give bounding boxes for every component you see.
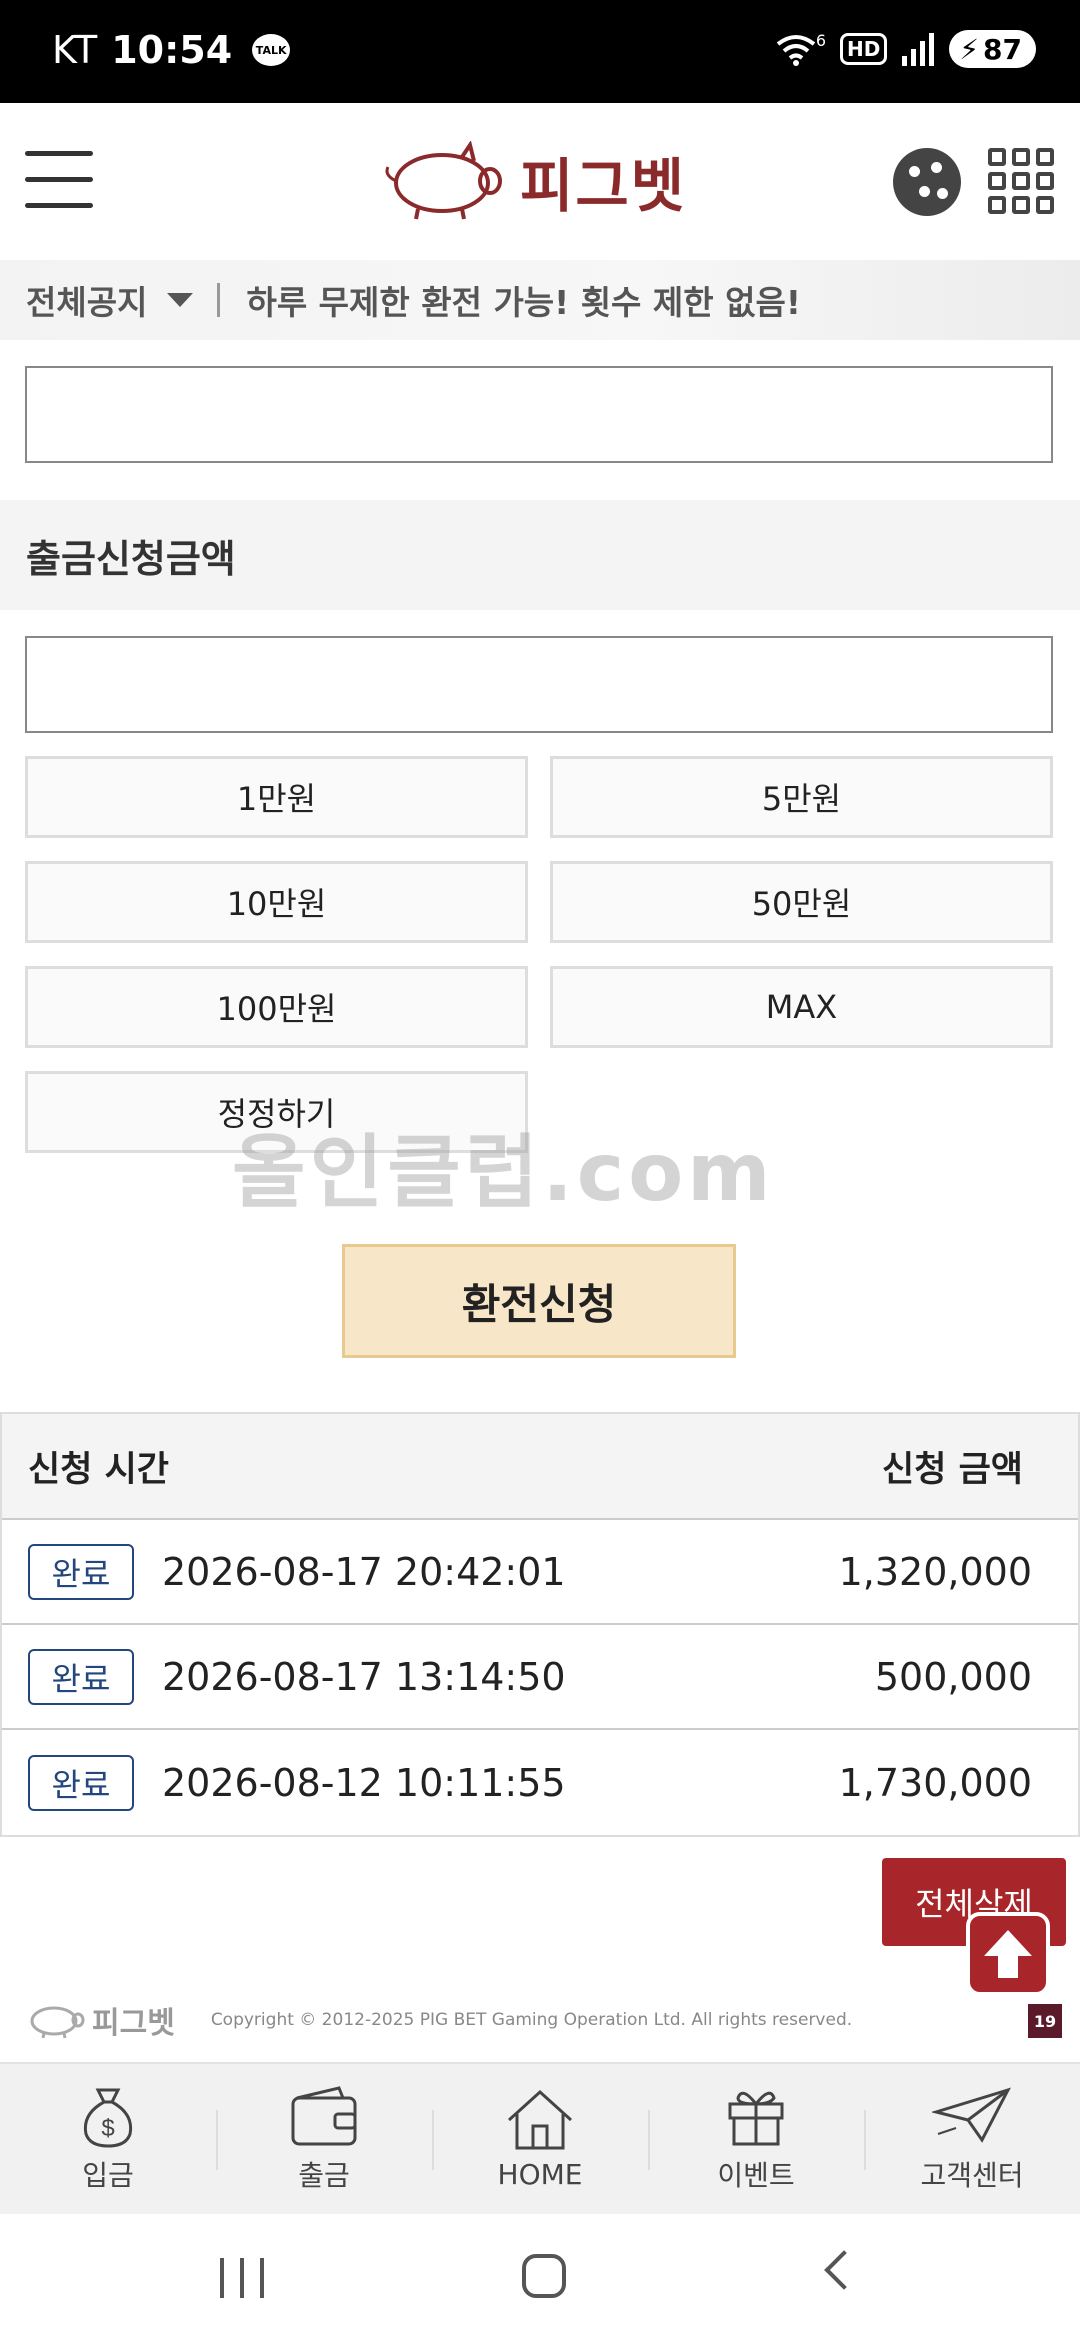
charging-icon: ⚡ — [959, 32, 980, 66]
request-amount: 1,320,000 — [838, 1549, 1032, 1594]
nav-support-label: 고객센터 — [920, 2159, 1024, 2192]
nav-event[interactable]: 이벤트 — [648, 2064, 864, 2214]
notice-label: 전체공지 — [26, 283, 148, 322]
table-row: 완료 2026-08-17 20:42:01 1,320,000 — [2, 1520, 1078, 1625]
cookie-icon[interactable] — [893, 148, 961, 216]
kakaotalk-icon: TALK — [252, 34, 291, 66]
nav-withdraw-label: 출금 — [298, 2159, 350, 2192]
withdraw-history-table: 신청 시간 신청 금액 완료 2026-08-17 20:42:01 1,320… — [0, 1412, 1080, 1837]
amount-button-10k[interactable]: 1만원 — [25, 756, 528, 838]
talk-icon-label: TALK — [255, 43, 287, 57]
back-icon[interactable] — [824, 2250, 864, 2290]
clock: 10:54 — [111, 28, 233, 72]
request-time: 2026-08-17 20:42:01 — [162, 1549, 566, 1594]
grid-menu-icon[interactable] — [988, 148, 1054, 214]
battery-indicator: ⚡ 87 — [949, 30, 1036, 68]
gift-icon — [728, 2091, 784, 2146]
notice-text: 하루 무제한 환전 가능! 횟수 제한 없음! — [246, 283, 801, 322]
home-button-icon[interactable] — [522, 2254, 566, 2298]
request-time: 2026-08-12 10:11:55 — [162, 1760, 566, 1805]
request-amount: 500,000 — [874, 1654, 1032, 1699]
footer: 피그벳 Copyright © 2012-2025 PIG BET Gaming… — [0, 1990, 1080, 2050]
age-restriction-badge: 19 — [1028, 2004, 1062, 2038]
recent-apps-icon[interactable] — [220, 2258, 264, 2298]
nav-deposit-label: 입금 — [82, 2159, 134, 2192]
status-badge: 완료 — [28, 1754, 134, 1811]
paper-plane-icon — [932, 2087, 1011, 2143]
amount-button-500k[interactable]: 50만원 — [550, 861, 1053, 943]
battery-level: 87 — [983, 32, 1022, 66]
nav-withdraw[interactable]: 출금 — [216, 2064, 432, 2214]
amount-button-max[interactable]: MAX — [550, 966, 1053, 1048]
request-time: 2026-08-17 13:14:50 — [162, 1654, 566, 1699]
amount-input[interactable] — [25, 636, 1053, 733]
nav-support[interactable]: 고객센터 — [864, 2064, 1080, 2214]
status-bar: KT 10:54 TALK 6 HD ⚡ 87 — [0, 0, 1080, 103]
bottom-navigation: $ 입금 출금 HOME 이벤트 고객센터 — [0, 2062, 1080, 2214]
arrow-up-icon — [984, 1930, 1032, 1978]
amount-button-100k[interactable]: 10만원 — [25, 861, 528, 943]
copyright-text: Copyright © 2012-2025 PIG BET Gaming Ope… — [210, 2010, 853, 2030]
scroll-top-button[interactable] — [966, 1912, 1050, 1996]
withdraw-submit-button[interactable]: 환전신청 — [342, 1244, 736, 1358]
pig-logo-icon — [385, 141, 502, 220]
watermark: 올인클럽.com — [232, 1126, 775, 1219]
nav-home[interactable]: HOME — [432, 2064, 648, 2214]
status-badge: 완료 — [28, 1648, 134, 1705]
notice-divider — [217, 283, 221, 317]
svg-text:$: $ — [101, 2115, 114, 2142]
chevron-down-icon[interactable] — [167, 293, 194, 307]
home-icon — [507, 2089, 573, 2149]
wifi-sup: 6 — [815, 30, 827, 50]
nav-home-label: HOME — [497, 2157, 583, 2191]
app-header: 피그벳 — [0, 103, 1080, 260]
notice-bar[interactable]: 전체공지 하루 무제한 환전 가능! 횟수 제한 없음! — [0, 260, 1080, 340]
wifi-icon — [776, 35, 816, 66]
section-header: 출금신청금액 — [0, 500, 1080, 610]
footer-logo-text: 피그벳 — [92, 2006, 175, 2041]
pig-logo-icon — [30, 2006, 85, 2039]
amount-button-50k[interactable]: 5만원 — [550, 756, 1053, 838]
wallet-icon — [291, 2086, 357, 2146]
status-left: KT 10:54 TALK — [52, 28, 291, 72]
status-right: 6 HD ⚡ 87 — [776, 30, 1036, 68]
site-logo[interactable]: 피그벳 — [380, 133, 710, 229]
menu-icon[interactable] — [25, 151, 93, 213]
header-time: 신청 시간 — [28, 1449, 169, 1490]
info-box — [25, 366, 1053, 463]
money-bag-icon: $ — [83, 2088, 133, 2148]
logo-text: 피그벳 — [520, 152, 687, 220]
signal-icon — [902, 33, 935, 66]
footer-logo: 피그벳 — [26, 1998, 175, 2042]
table-row: 완료 2026-08-12 10:11:55 1,730,000 — [2, 1730, 1078, 1835]
table-row: 완료 2026-08-17 13:14:50 500,000 — [2, 1625, 1078, 1730]
section-title: 출금신청금액 — [26, 536, 236, 581]
table-header: 신청 시간 신청 금액 — [2, 1414, 1078, 1520]
request-amount: 1,730,000 — [838, 1760, 1032, 1805]
nav-deposit[interactable]: $ 입금 — [0, 2064, 216, 2214]
nav-event-label: 이벤트 — [717, 2159, 795, 2192]
system-navigation — [0, 2214, 1080, 2340]
amount-button-1m[interactable]: 100만원 — [25, 966, 528, 1048]
header-amount: 신청 금액 — [882, 1449, 1023, 1490]
hd-badge: HD — [840, 33, 888, 65]
status-badge: 완료 — [28, 1543, 134, 1600]
carrier-label: KT — [52, 28, 98, 72]
page: KT 10:54 TALK 6 HD ⚡ 87 피그벳 전체공지 하루 무제한 … — [0, 0, 1080, 2340]
